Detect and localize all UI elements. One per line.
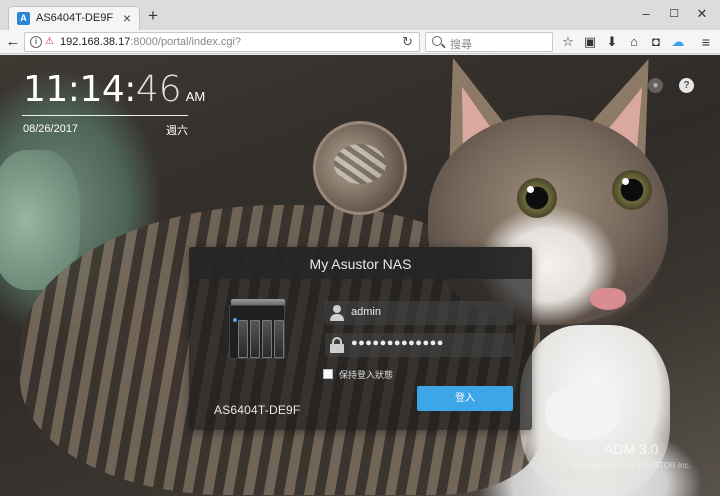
pocket-icon[interactable]: ◘ [646,32,666,52]
tab-title: AS6404T-DE9F [36,12,114,24]
notification-icon[interactable]: ● [648,78,663,93]
clock-weekday: 週六 [166,125,188,137]
home-icon[interactable]: ⌂ [624,32,644,52]
clock-seconds: 46 [135,69,182,110]
search-placeholder: 搜尋 [450,39,472,51]
maximize-icon[interactable]: ☐ [664,4,684,24]
background-cat-eye-right [612,170,652,210]
search-icon [432,36,442,46]
clock-divider [22,115,188,116]
bookmark-star-icon[interactable]: ☆ [558,32,578,52]
reload-icon[interactable]: ↻ [402,34,413,50]
background-cat-nose [590,288,626,310]
nas-device-name: AS6404T-DE9F [214,403,301,417]
clock-time: 11:14:46 AM [23,69,205,110]
cloud-icon[interactable]: ☁ [668,32,688,52]
login-header: My Asustor NAS [189,247,532,279]
minimize-icon[interactable]: – [636,4,656,24]
login-button[interactable]: 登入 [417,386,513,411]
window-close-icon[interactable]: ✕ [692,4,712,24]
back-icon[interactable]: ← [3,32,23,52]
menu-icon[interactable]: ≡ [696,32,716,52]
lock-icon [330,337,344,353]
password-value[interactable]: ●●●●●●●●●●●●● [351,337,444,349]
adm-version: ADM 3.0 [604,441,659,457]
background-cat-paw [545,385,620,440]
url-bar[interactable]: i ⚠ 192.168.38.17:8000/portal/index.cgi?… [24,32,420,52]
username-value[interactable]: admin [351,306,381,318]
search-bar[interactable]: 搜尋 [425,32,553,52]
login-page-background: 11:14:46 AM 08/26/2017 週六 ● ? My Asustor … [0,55,720,496]
remember-label[interactable]: 保持登入狀態 [339,368,393,381]
browser-titlebar: A AS6404T-DE9F × + – ☐ ✕ [0,0,720,30]
help-icon[interactable]: ? [679,78,694,93]
download-icon[interactable]: ⬇ [602,32,622,52]
clock-date: 08/26/2017 [23,123,79,135]
background-cat-eye-left [517,178,557,218]
browser-tab[interactable]: A AS6404T-DE9F × [8,6,140,30]
insecure-lock-icon[interactable]: ⚠ [45,36,55,48]
nas-device-icon [229,299,287,359]
clock-ampm: AM [185,89,206,104]
username-field[interactable]: admin [325,301,513,325]
url-text[interactable]: 192.168.38.17:8000/portal/index.cgi? [60,36,241,48]
asustor-favicon-icon: A [17,12,30,25]
browser-navbar: ← i ⚠ 192.168.38.17:8000/portal/index.cg… [0,30,720,54]
tab-close-icon[interactable]: × [123,10,131,26]
password-field[interactable]: ●●●●●●●●●●●●● [325,333,513,357]
copyright: Copyright © 2017 ASUSTOR Inc. [573,461,691,470]
site-info-icon[interactable]: i [30,36,42,48]
user-icon [330,305,344,321]
new-tab-icon[interactable]: + [148,7,158,24]
remember-checkbox[interactable] [323,369,333,379]
clock-hours-minutes: 11:14: [23,69,136,110]
user-avatar [313,121,407,215]
reading-list-icon[interactable]: ▣ [580,32,600,52]
login-title: My Asustor NAS [309,256,412,272]
